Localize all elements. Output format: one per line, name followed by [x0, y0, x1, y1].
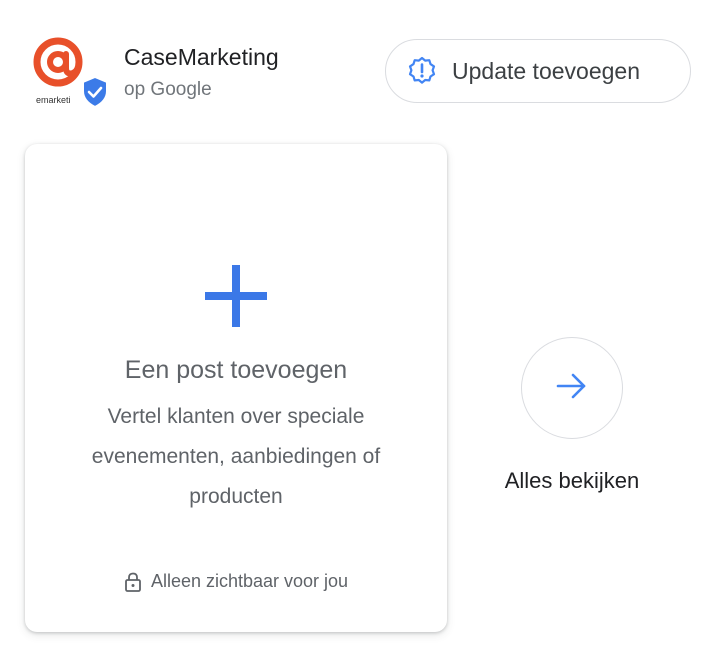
alert-badge-icon [406, 55, 438, 87]
see-all-arrow-button[interactable] [521, 337, 623, 439]
lock-icon [124, 572, 142, 592]
arrow-right-icon [556, 372, 588, 405]
logo-wordmark: emarketi [36, 95, 71, 105]
visibility-note-text: Alleen zichtbaar voor jou [150, 571, 349, 591]
business-subtitle: op Google [124, 79, 212, 100]
visibility-note: Alleen zichtbaar voor jou [25, 571, 447, 592]
see-all-link[interactable]: Alles bekijken [472, 468, 672, 494]
add-post-description: Vertel klanten over speciale evenementen… [91, 405, 381, 508]
update-button-label: Update toevoegen [452, 57, 640, 84]
update-toevoegen-button[interactable]: Update toevoegen [385, 39, 691, 103]
add-post-title: Een post toevoegen [124, 356, 348, 384]
business-logo: emarketi [30, 37, 108, 109]
business-name: CaseMarketing [124, 44, 279, 70]
add-post-card[interactable]: Een post toevoegen Vertel klanten over s… [25, 144, 447, 632]
business-posts-panel: emarketi CaseMarketing op Google Update … [0, 0, 724, 666]
at-sign-logo-icon [33, 37, 83, 87]
verified-shield-icon [82, 75, 108, 109]
plus-icon [205, 265, 267, 327]
